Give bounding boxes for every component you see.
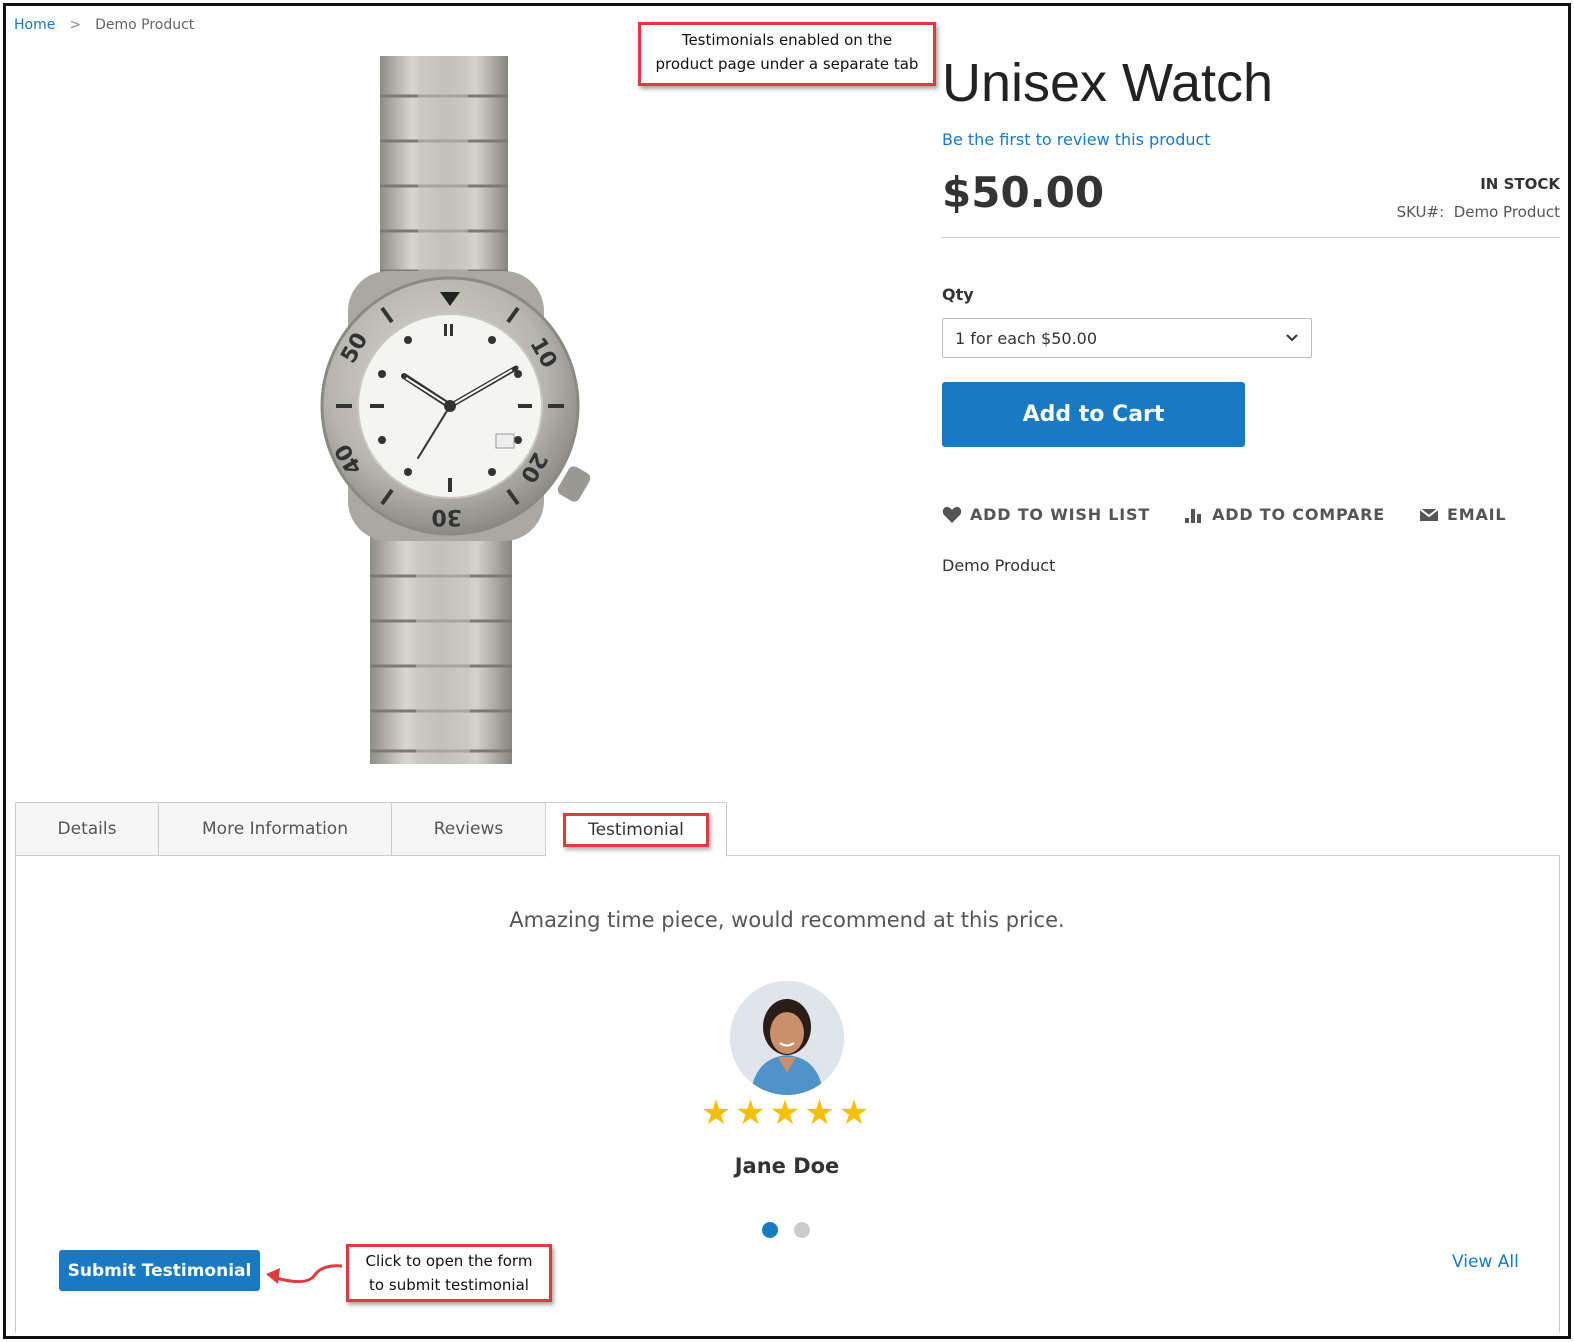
product-price: $50.00 xyxy=(942,168,1105,217)
heart-icon xyxy=(942,506,962,523)
email-link[interactable]: EMAIL xyxy=(1419,505,1506,524)
qty-label: Qty xyxy=(942,285,974,304)
stock-status: IN STOCK xyxy=(1480,175,1560,193)
view-all-link[interactable]: View All xyxy=(1452,1252,1519,1272)
compare-label: ADD TO COMPARE xyxy=(1212,505,1386,524)
breadcrumb-home-link[interactable]: Home xyxy=(14,17,55,33)
tab-testimonial-label: Testimonial xyxy=(563,812,709,847)
rating-stars: ★★★★★ xyxy=(700,1093,874,1133)
avatar xyxy=(730,981,844,1095)
breadcrumb-separator: > xyxy=(69,17,82,33)
testimonial-quote: Amazing time piece, would recommend at t… xyxy=(509,908,1065,932)
email-label: EMAIL xyxy=(1447,505,1507,524)
watch-band-bottom xyxy=(370,526,512,764)
sku-label: SKU#: xyxy=(1396,203,1445,221)
product-image[interactable]: 50 10 40 20 30 xyxy=(300,56,610,764)
qty-select-value: 1 for each $50.00 xyxy=(955,328,1098,348)
breadcrumb: Home > Demo Product xyxy=(14,17,194,33)
chevron-down-icon xyxy=(1286,334,1298,342)
carousel-dot[interactable] xyxy=(794,1222,810,1238)
envelope-icon xyxy=(1419,507,1439,521)
annotation-submit-testimonial: Click to open the form to submit testimo… xyxy=(346,1244,552,1302)
testimonial-author: Jane Doe xyxy=(734,1154,840,1178)
annotation-line: to submit testimonial xyxy=(369,1276,529,1294)
annotation-line: product page under a separate tab xyxy=(655,55,919,73)
watch-band-top xyxy=(380,56,508,296)
divider xyxy=(942,237,1560,238)
annotation-testimonial-tab: Testimonials enabled on the product page… xyxy=(638,22,936,86)
wishlist-label: ADD TO WISH LIST xyxy=(970,505,1151,524)
avatar-photo xyxy=(730,981,844,1095)
product-actions: ADD TO WISH LIST ADD TO COMPARE EMAIL xyxy=(942,505,1506,524)
carousel-pagination xyxy=(762,1222,810,1238)
submit-testimonial-button[interactable]: Submit Testimonial xyxy=(59,1250,260,1291)
add-to-wishlist-link[interactable]: ADD TO WISH LIST xyxy=(942,505,1150,524)
review-link[interactable]: Be the first to review this product xyxy=(942,130,1211,149)
add-to-compare-link[interactable]: ADD TO COMPARE xyxy=(1184,505,1385,524)
carousel-dot-active[interactable] xyxy=(762,1222,778,1238)
tab-testimonial[interactable]: Testimonial xyxy=(545,802,727,857)
tab-details[interactable]: Details xyxy=(15,802,159,856)
compare-chart-icon xyxy=(1185,508,1202,523)
breadcrumb-current: Demo Product xyxy=(95,17,195,33)
qty-select[interactable]: 1 for each $50.00 xyxy=(942,318,1312,358)
product-title: Unisex Watch xyxy=(942,53,1274,113)
product-tabs: Details More Information Reviews Testimo… xyxy=(15,802,727,857)
sku-value: Demo Product xyxy=(1453,203,1560,221)
tab-reviews[interactable]: Reviews xyxy=(391,802,546,856)
annotation-arrow-icon xyxy=(266,1264,343,1284)
sku: SKU#: Demo Product xyxy=(1397,203,1560,221)
add-to-cart-button[interactable]: Add to Cart xyxy=(942,382,1245,447)
tab-more-information[interactable]: More Information xyxy=(158,802,392,856)
annotation-line: Testimonials enabled on the xyxy=(681,31,893,49)
svg-text:30: 30 xyxy=(431,504,462,529)
short-description: Demo Product xyxy=(942,556,1056,575)
annotation-line: Click to open the form xyxy=(365,1252,533,1270)
